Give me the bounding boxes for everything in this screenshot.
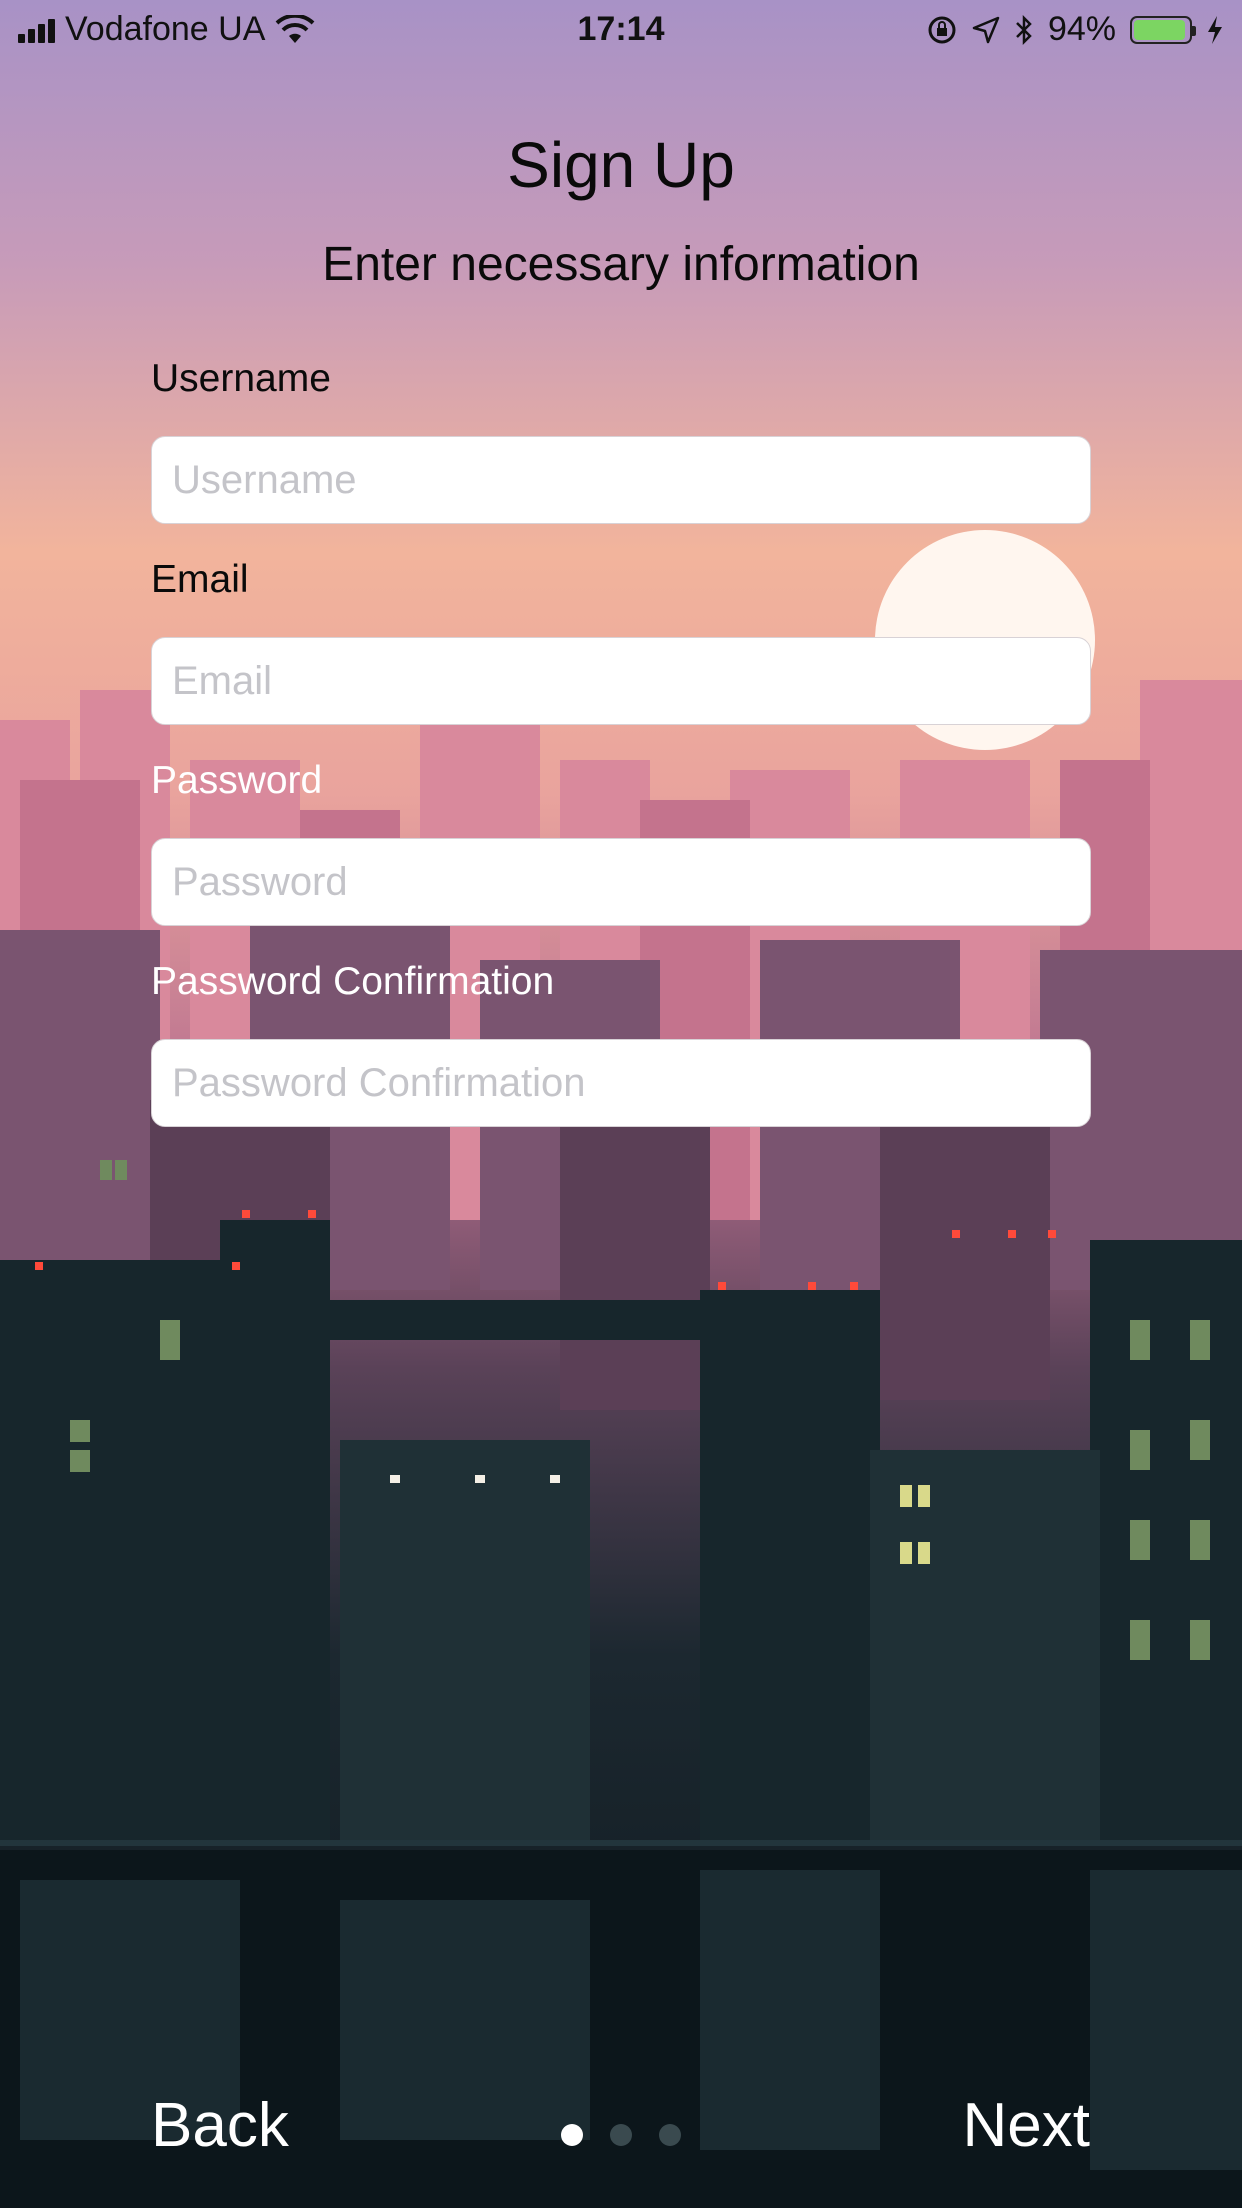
page-indicator (561, 2124, 681, 2146)
battery-icon (1130, 15, 1196, 44)
status-bar: Vodafone UA 17:14 94% (0, 0, 1242, 60)
page-dot-2 (610, 2124, 632, 2146)
page-dot-1 (561, 2124, 583, 2146)
status-right: 94% (926, 10, 1224, 49)
next-button[interactable]: Next (963, 2090, 1090, 2161)
page-title: Sign Up (507, 129, 735, 201)
password-label: Password (151, 759, 323, 802)
back-button[interactable]: Back (151, 2090, 289, 2161)
password-confirmation-label: Password Confirmation (151, 960, 555, 1003)
page-subtitle: Enter necessary information (322, 238, 920, 291)
password-input[interactable] (151, 838, 1091, 926)
email-label: Email (151, 558, 249, 601)
page-dot-3 (659, 2124, 681, 2146)
battery-level (1134, 19, 1185, 40)
username-input[interactable] (151, 436, 1091, 524)
battery-percent: 94% (1047, 10, 1116, 48)
bluetooth-icon (1016, 14, 1032, 45)
password-confirmation-input[interactable] (151, 1039, 1091, 1127)
orientation-lock-icon (928, 16, 956, 43)
charging-icon (1208, 15, 1222, 44)
email-input[interactable] (151, 637, 1091, 725)
username-label: Username (151, 357, 331, 400)
location-icon (972, 16, 1000, 43)
